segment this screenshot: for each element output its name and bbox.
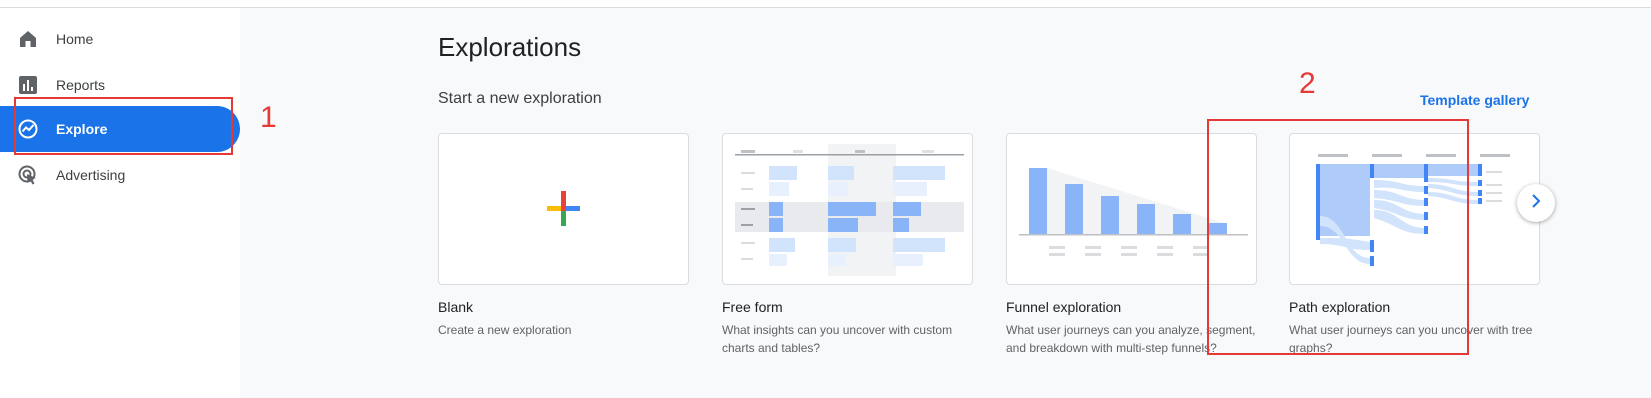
card-title: Free form (722, 299, 783, 315)
blank-card[interactable] (438, 133, 689, 285)
sidebar-item-home[interactable]: Home (0, 16, 240, 62)
annotation-box-path-exploration (1207, 119, 1469, 355)
sidebar-item-label: Reports (56, 77, 106, 93)
card-title: Blank (438, 299, 474, 315)
section-subtitle: Start a new exploration (438, 90, 602, 107)
free-form-card[interactable] (722, 133, 973, 285)
chevron-right-icon (1528, 193, 1544, 214)
annotation-number: 2 (1299, 67, 1316, 100)
card-description: What insights can you uncover with custo… (722, 323, 953, 355)
top-bar (0, 0, 1651, 8)
annotation-number: 1 (260, 101, 277, 134)
plus-icon (547, 191, 580, 226)
sidebar-item-label: Advertising (56, 167, 126, 183)
card-title: Funnel exploration (1006, 299, 1122, 315)
home-icon (18, 29, 38, 49)
card-description: Create a new exploration (438, 323, 572, 337)
sidebar-item-label: Home (56, 31, 94, 47)
free-form-thumbnail (735, 144, 964, 276)
page-title: Explorations (438, 32, 582, 62)
template-gallery-link[interactable]: Template gallery (1420, 92, 1529, 108)
reports-icon (18, 75, 38, 95)
sidebar: Home Reports Explore Advertising (0, 8, 240, 398)
sidebar-item-advertising[interactable]: Advertising (0, 152, 240, 198)
advertising-icon (18, 165, 38, 185)
annotation-box-explore (14, 97, 233, 155)
carousel-next-button[interactable] (1517, 184, 1555, 222)
